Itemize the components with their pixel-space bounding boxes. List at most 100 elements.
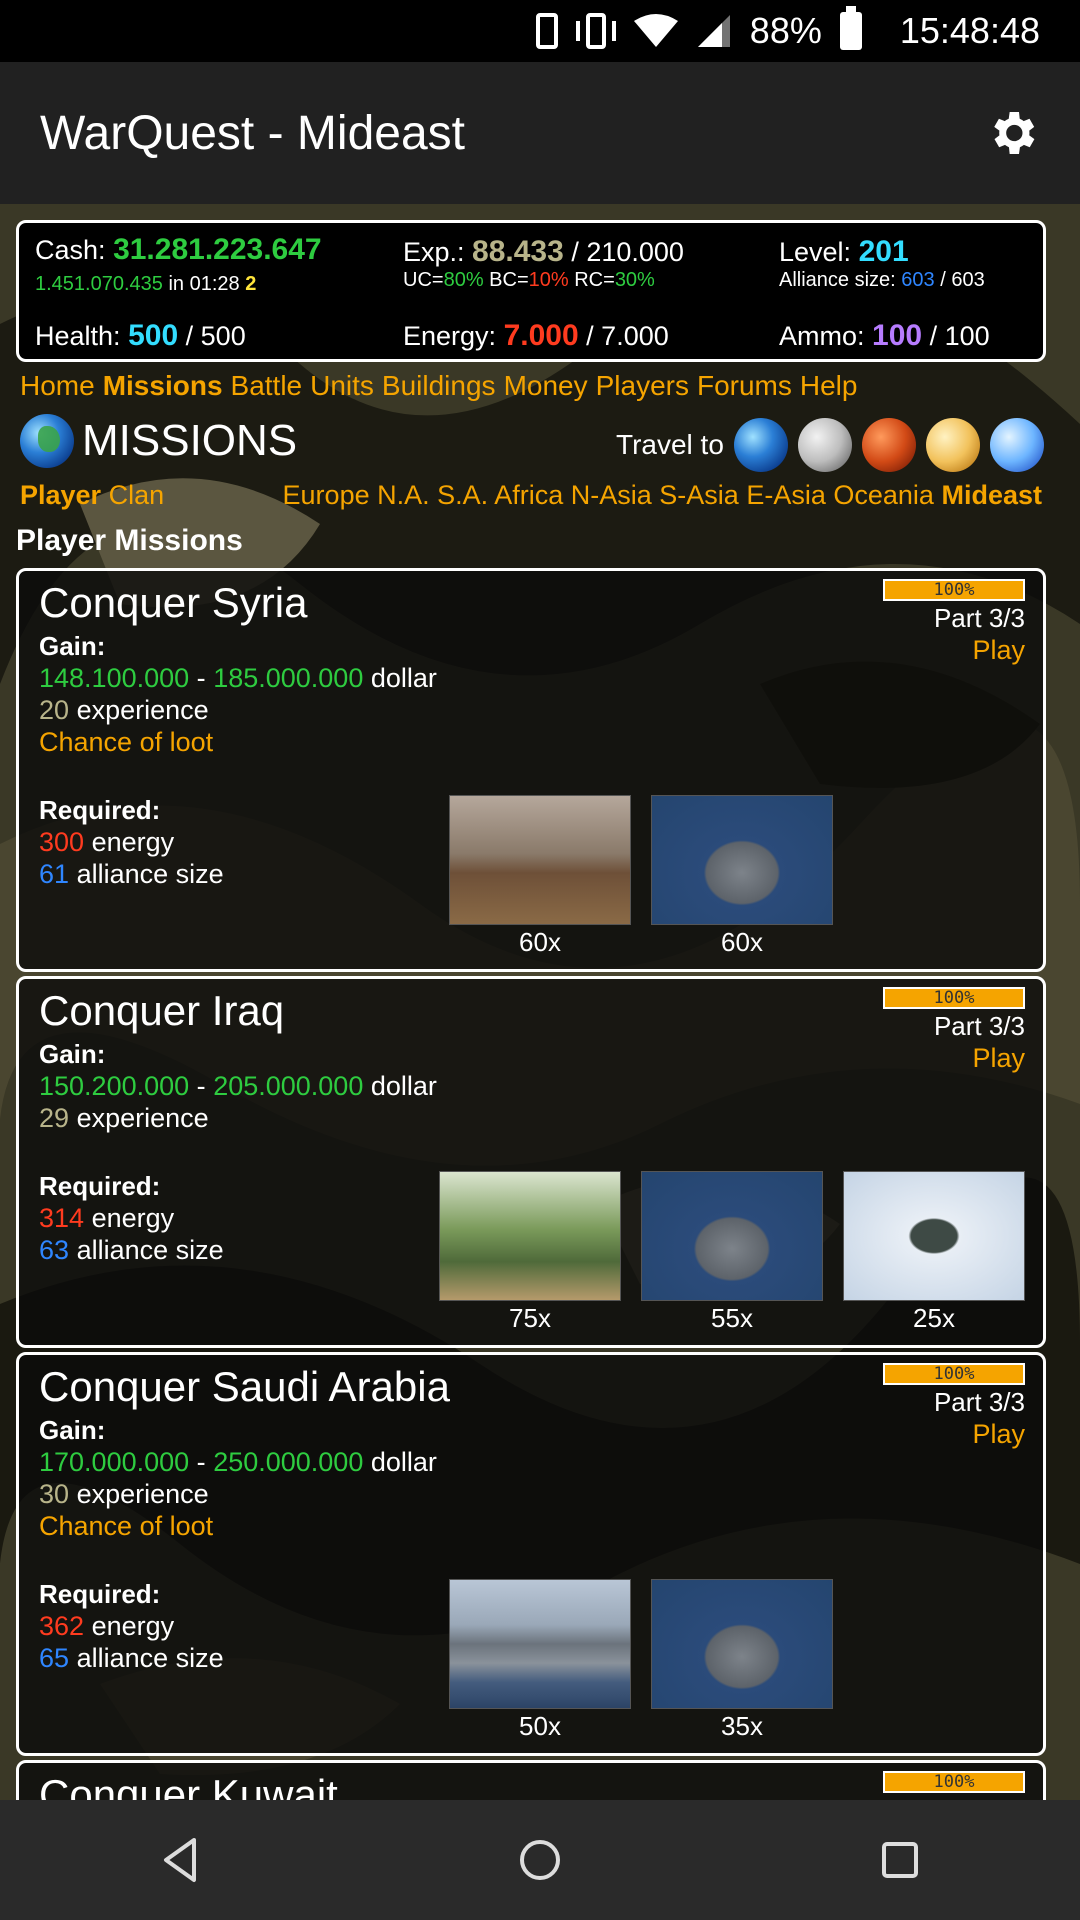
main-menu: Home Missions Battle Units Buildings Money Pla…: [20, 370, 865, 402]
mission-card-iraq: Conquer Iraq 100% Part 3/3 Play Gain: 15…: [16, 976, 1046, 1348]
gain-label: Gain:: [39, 1415, 106, 1445]
venus-planet-icon[interactable]: [925, 418, 980, 472]
region-europe[interactable]: Europe: [283, 480, 370, 510]
carrier-image: [449, 1579, 631, 1709]
mission-part: Part 3/3: [933, 1011, 1025, 1041]
play-button[interactable]: Play: [972, 635, 1025, 666]
ship-image: [651, 795, 833, 925]
required-label: Required:: [39, 1171, 161, 1201]
menu-buildings[interactable]: Buildings: [382, 370, 496, 401]
region-n-asia[interactable]: N-Asia: [571, 480, 652, 510]
artillery-image: [449, 795, 631, 925]
menu-money[interactable]: Money: [504, 370, 588, 401]
region-mideast[interactable]: Mideast: [941, 480, 1042, 510]
menu-forums[interactable]: Forums: [697, 370, 792, 401]
gain-dollar: 148.100.000 - 185.000.000 dollar: [39, 663, 437, 693]
player-stats-panel: Cash: 31.281.223.647 1.451.070.435 in 01…: [16, 220, 1046, 362]
menu-help[interactable]: Help: [800, 370, 858, 401]
clock: 15:48:48: [899, 10, 1040, 51]
unit-ship: 60x: [651, 795, 833, 958]
system-nav-bar: [0, 1800, 1080, 1920]
gain-dollar: 150.200.000 - 205.000.000 dollar: [39, 1071, 437, 1101]
settings-gear-icon[interactable]: [984, 105, 1040, 161]
required-energy: 300 energy: [39, 827, 175, 857]
region-e-asia[interactable]: E-Asia: [746, 480, 826, 510]
back-icon[interactable]: [150, 1830, 210, 1890]
experience-stat: Exp.: 88.433 / 210.000: [403, 235, 684, 268]
play-button[interactable]: Play: [972, 1043, 1025, 1074]
gain-label: Gain:: [39, 1039, 106, 1069]
clan-link[interactable]: Clan: [109, 480, 165, 510]
mission-name: Conquer Saudi Arabia: [39, 1363, 450, 1410]
energy-stat: Energy: 7.000 / 7.000: [403, 319, 669, 352]
unit-bomber: 25x: [843, 1171, 1025, 1334]
region-sa[interactable]: S.A.: [437, 480, 488, 510]
tank-image: [439, 1171, 621, 1301]
earth-planet-icon[interactable]: [733, 418, 788, 472]
wifi-icon: [633, 14, 678, 47]
menu-players[interactable]: Players: [596, 370, 689, 401]
gain-dollar: 170.000.000 - 250.000.000 dollar: [39, 1447, 437, 1477]
blue-planet-icon[interactable]: [989, 418, 1044, 472]
unit-ship: 55x: [641, 1171, 823, 1334]
loot-chance: Chance of loot: [39, 1511, 214, 1541]
cash-value: 31.281.223.647: [113, 233, 322, 266]
player-link[interactable]: Player: [20, 480, 101, 510]
cash-stat: Cash: 31.281.223.647: [35, 233, 322, 266]
progress-bar: 100%: [883, 1771, 1025, 1793]
menu-home[interactable]: Home: [20, 370, 95, 401]
health-stat: Health: 500 / 500: [35, 319, 246, 352]
ammo-stat: Ammo: 100 / 100: [779, 319, 990, 352]
mission-name: Conquer Iraq: [39, 987, 285, 1034]
mission-part: Part 3/3: [933, 1387, 1025, 1417]
play-button[interactable]: Play: [972, 1419, 1025, 1450]
mission-card-kuwait: Conquer Kuwait 100%: [16, 1760, 1046, 1800]
required-energy: 362 energy: [39, 1611, 175, 1641]
gain-experience: 29 experience: [39, 1103, 209, 1133]
unit-artillery: 60x: [449, 795, 631, 958]
section-title: Player Missions: [16, 524, 243, 557]
earth-globe-icon: [20, 414, 74, 468]
moon-planet-icon[interactable]: [797, 418, 852, 472]
recents-icon[interactable]: [870, 1830, 930, 1890]
signal-icon: [697, 15, 730, 47]
gain-experience: 20 experience: [39, 695, 209, 725]
content-area[interactable]: Cash: 31.281.223.647 1.451.070.435 in 01…: [0, 204, 1080, 1800]
travel-label: Travel to: [616, 429, 724, 460]
loot-chance: Chance of loot: [39, 727, 214, 757]
region-na[interactable]: N.A.: [377, 480, 430, 510]
unit-ratios: UC=80% BC=10% RC=30%: [403, 269, 655, 291]
app-bar: WarQuest - Mideast: [0, 62, 1080, 204]
missions-title: MISSIONS: [82, 416, 298, 465]
ship-image: [651, 1579, 833, 1709]
missions-header: MISSIONS: [20, 414, 297, 468]
required-label: Required:: [39, 1579, 161, 1609]
region-links: Europe N.A. S.A. Africa N-Asia S-Asia E-…: [283, 480, 1042, 511]
unit-tank: 75x: [439, 1171, 621, 1334]
region-s-asia[interactable]: S-Asia: [659, 480, 739, 510]
app-title: WarQuest - Mideast: [40, 106, 465, 160]
level-stat: Level: 201: [779, 235, 909, 268]
unit-carrier: 50x: [449, 1579, 631, 1742]
home-icon[interactable]: [510, 1830, 570, 1890]
menu-missions[interactable]: Missions: [103, 370, 223, 401]
income-stat: 1.451.070.435 in 01:28 2: [35, 273, 257, 295]
unit-ship: 35x: [651, 1579, 833, 1742]
region-africa[interactable]: Africa: [494, 480, 563, 510]
mission-name: Conquer Kuwait: [39, 1771, 338, 1800]
required-alliance: 63 alliance size: [39, 1235, 224, 1265]
menu-battle[interactable]: Battle: [231, 370, 303, 401]
region-oceania[interactable]: Oceania: [833, 480, 934, 510]
ship-image: [641, 1171, 823, 1301]
required-alliance: 65 alliance size: [39, 1643, 224, 1673]
progress-bar: 100%: [883, 1363, 1025, 1385]
progress-bar: 100%: [883, 987, 1025, 1009]
battery-icon: [839, 6, 862, 50]
menu-units[interactable]: Units: [310, 370, 374, 401]
mars-planet-icon[interactable]: [861, 418, 916, 472]
status-bar: 88% 15:48:48: [0, 0, 1080, 62]
travel-bar: Travel to: [616, 418, 1044, 472]
progress-bar: 100%: [883, 579, 1025, 601]
required-alliance: 61 alliance size: [39, 859, 224, 889]
required-energy: 314 energy: [39, 1203, 175, 1233]
